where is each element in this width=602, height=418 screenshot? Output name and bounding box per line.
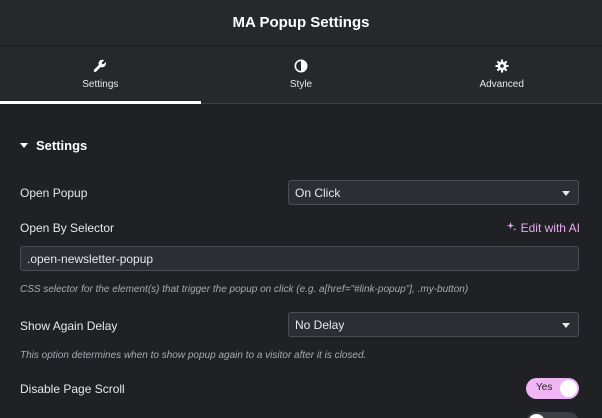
disable-page-scroll-label: Disable Page Scroll (20, 382, 125, 396)
edit-with-ai-label: Edit with AI (520, 221, 580, 235)
edit-with-ai-link[interactable]: Edit with AI (506, 221, 580, 235)
next-option-toggle[interactable] (526, 412, 579, 418)
wrench-icon (93, 59, 107, 73)
tab-style-label: Style (289, 79, 313, 90)
show-again-delay-value: No Delay (295, 317, 345, 332)
gear-icon (495, 59, 509, 73)
open-popup-value: On Click (295, 185, 341, 200)
section-toggle-settings[interactable]: Settings (20, 138, 87, 153)
disable-page-scroll-toggle[interactable]: Yes (526, 378, 579, 399)
panel-title: MA Popup Settings (232, 14, 370, 31)
toggle-knob (528, 414, 545, 418)
chevron-down-icon (562, 323, 570, 328)
section-title: Settings (36, 138, 88, 153)
tab-advanced-label: Advanced (479, 79, 524, 90)
tab-settings-label: Settings (82, 79, 119, 90)
show-again-delay-select[interactable]: No Delay (288, 312, 579, 337)
tab-style[interactable]: Style (201, 46, 402, 103)
show-again-delay-help-text: This option determines when to show popu… (20, 350, 367, 361)
tab-settings[interactable]: Settings (0, 46, 201, 104)
selector-input[interactable] (20, 246, 579, 271)
chevron-down-icon (562, 191, 570, 196)
settings-panel: Settings Open Popup On Click Open By Sel… (0, 104, 602, 418)
open-by-selector-label: Open By Selector (20, 221, 115, 235)
contrast-icon (294, 59, 308, 73)
sparkle-icon (506, 221, 517, 235)
toggle-yes-text: Yes (536, 382, 553, 393)
show-again-delay-label: Show Again Delay (20, 319, 118, 333)
tab-advanced[interactable]: Advanced (401, 46, 602, 103)
toggle-knob (560, 380, 577, 397)
caret-down-icon (20, 143, 28, 148)
selector-help-text: CSS selector for the element(s) that tri… (20, 284, 469, 295)
open-popup-select[interactable]: On Click (288, 180, 579, 205)
panel-header: MA Popup Settings (0, 0, 602, 46)
tab-bar: Settings Style Advanced (0, 46, 602, 104)
open-popup-label: Open Popup (20, 186, 88, 200)
